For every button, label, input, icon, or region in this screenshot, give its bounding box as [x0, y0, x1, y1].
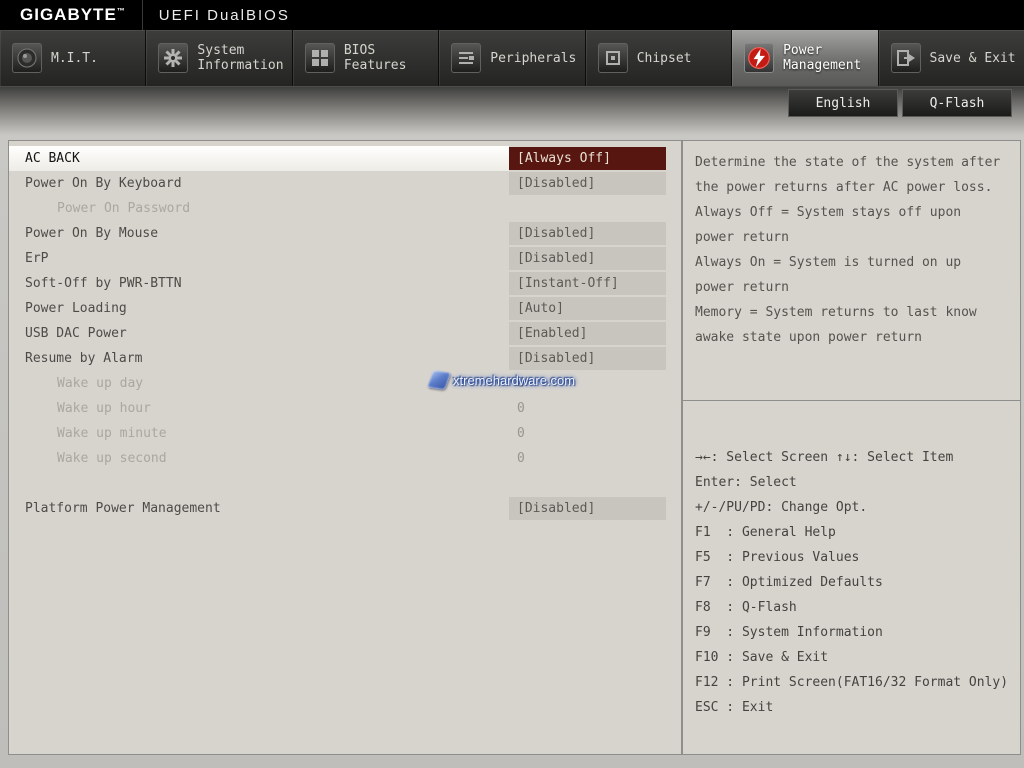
tab-label: M.I.T.: [51, 51, 98, 66]
tab-save-exit[interactable]: Save & Exit: [879, 30, 1024, 86]
setting-label: Wake up second: [9, 446, 509, 471]
tab-power-management[interactable]: Power Management: [732, 30, 878, 86]
tab-peripherals[interactable]: Peripherals: [439, 30, 585, 86]
trademark-symbol: ™: [117, 6, 126, 15]
save-exit-icon: [891, 43, 921, 73]
quick-buttons: EnglishQ-Flash: [788, 89, 1012, 117]
setting-row-power-loading[interactable]: Power Loading[Auto]: [9, 296, 681, 321]
item-help-text: Determine the state of the system after …: [683, 141, 1020, 401]
setting-row-power-on-password: Power On Password: [9, 196, 681, 221]
setting-label: Resume by Alarm: [9, 346, 509, 371]
tab-m-i-t[interactable]: M.I.T.: [0, 30, 146, 86]
help-paragraph: Memory = System returns to last know awa…: [695, 300, 1008, 350]
setting-value: 0: [509, 397, 666, 420]
setting-row-wake-up-second: Wake up second0: [9, 446, 681, 471]
setting-value[interactable]: [Disabled]: [509, 172, 666, 195]
grid-icon: [305, 43, 335, 73]
setting-row-usb-dac-power[interactable]: USB DAC Power[Enabled]: [9, 321, 681, 346]
key-help-line: F5 : Previous Values: [695, 545, 1010, 570]
key-help-line: F9 : System Information: [695, 620, 1010, 645]
help-paragraph: Determine the state of the system after …: [695, 150, 1008, 200]
setting-value[interactable]: [Disabled]: [509, 347, 666, 370]
setting-label: USB DAC Power: [9, 321, 509, 346]
setting-value[interactable]: [Instant-Off]: [509, 272, 666, 295]
q-flash-button[interactable]: Q-Flash: [902, 89, 1012, 117]
settings-panel: AC BACK[Always Off]Power On By Keyboard[…: [8, 140, 682, 755]
help-paragraph: Always On = System is turned on up power…: [695, 250, 1008, 300]
setting-label: Power On Password: [9, 196, 509, 221]
tab-label: Power Management: [783, 43, 877, 73]
setting-row-erp[interactable]: ErP[Disabled]: [9, 246, 681, 271]
setting-label: Wake up day: [9, 371, 509, 396]
setting-value[interactable]: [Disabled]: [509, 497, 666, 520]
setting-value[interactable]: [Always Off]: [509, 147, 666, 170]
setting-label: Power On By Keyboard: [9, 171, 509, 196]
setting-value[interactable]: [Disabled]: [509, 222, 666, 245]
setting-row-soft-off-by-pwr-bttn[interactable]: Soft-Off by PWR-BTTN[Instant-Off]: [9, 271, 681, 296]
key-help-line: F12 : Print Screen(FAT16/32 Format Only): [695, 670, 1010, 695]
setting-value[interactable]: [Auto]: [509, 297, 666, 320]
setting-label: Power Loading: [9, 296, 509, 321]
key-help-line: F8 : Q-Flash: [695, 595, 1010, 620]
setting-value: 0: [509, 422, 666, 445]
tab-label: Peripherals: [490, 51, 576, 66]
setting-label: Wake up hour: [9, 396, 509, 421]
setting-label: ErP: [9, 246, 509, 271]
spacer-row: [9, 471, 681, 496]
setting-label: Wake up minute: [9, 421, 509, 446]
setting-value: 0: [509, 447, 666, 470]
tab-label: Chipset: [637, 51, 692, 66]
setting-row-power-on-by-mouse[interactable]: Power On By Mouse[Disabled]: [9, 221, 681, 246]
key-help-line: →←: Select Screen ↑↓: Select Item: [695, 445, 1010, 470]
setting-value[interactable]: [Enabled]: [509, 322, 666, 345]
tab-bar: M.I.T. System Information BIOS Features Per…: [0, 30, 1024, 87]
topbar-divider: [142, 0, 143, 30]
bios-screen: GIGABYTE™ UEFI DualBIOS M.I.T. System Inf…: [0, 0, 1024, 768]
mit-icon: [12, 43, 42, 73]
setting-row-ac-back[interactable]: AC BACK[Always Off]: [9, 146, 681, 171]
gear-icon: [158, 43, 188, 73]
setting-label: Soft-Off by PWR-BTTN: [9, 271, 509, 296]
help-panel: Determine the state of the system after …: [682, 140, 1021, 755]
tab-chipset[interactable]: Chipset: [586, 30, 732, 86]
key-help-line: ESC : Exit: [695, 695, 1010, 720]
power-icon: [744, 43, 774, 73]
setting-label: Platform Power Management: [9, 496, 509, 521]
setting-row-wake-up-day: Wake up day0: [9, 371, 681, 396]
setting-row-platform-power-management[interactable]: Platform Power Management[Disabled]: [9, 496, 681, 521]
key-help-line: Enter: Select: [695, 470, 1010, 495]
gigabyte-logo: GIGABYTE™: [20, 5, 126, 25]
tab-label: System Information: [197, 43, 291, 73]
key-help-line: F7 : Optimized Defaults: [695, 570, 1010, 595]
tab-label: BIOS Features: [344, 43, 438, 73]
key-help-line: +/-/PU/PD: Change Opt.: [695, 495, 1010, 520]
bios-title: UEFI DualBIOS: [159, 7, 290, 24]
setting-label: AC BACK: [9, 146, 509, 171]
setting-label: Power On By Mouse: [9, 221, 509, 246]
tab-label: Save & Exit: [930, 51, 1016, 66]
setting-row-resume-by-alarm[interactable]: Resume by Alarm[Disabled]: [9, 346, 681, 371]
english-button[interactable]: English: [788, 89, 898, 117]
setting-row-wake-up-hour: Wake up hour0: [9, 396, 681, 421]
tab-system-information[interactable]: System Information: [146, 30, 292, 86]
setting-value: 0: [509, 372, 666, 395]
peripherals-icon: [451, 43, 481, 73]
setting-value[interactable]: [Disabled]: [509, 247, 666, 270]
key-help-line: F10 : Save & Exit: [695, 645, 1010, 670]
tab-bios-features[interactable]: BIOS Features: [293, 30, 439, 86]
top-bar: GIGABYTE™ UEFI DualBIOS: [0, 0, 1024, 30]
chipset-icon: [598, 43, 628, 73]
setting-row-wake-up-minute: Wake up minute0: [9, 421, 681, 446]
setting-row-power-on-by-keyboard[interactable]: Power On By Keyboard[Disabled]: [9, 171, 681, 196]
help-paragraph: Always Off = System stays off upon power…: [695, 200, 1008, 250]
key-help-line: F1 : General Help: [695, 520, 1010, 545]
key-legend: →←: Select Screen ↑↓: Select ItemEnter: …: [683, 401, 1020, 720]
